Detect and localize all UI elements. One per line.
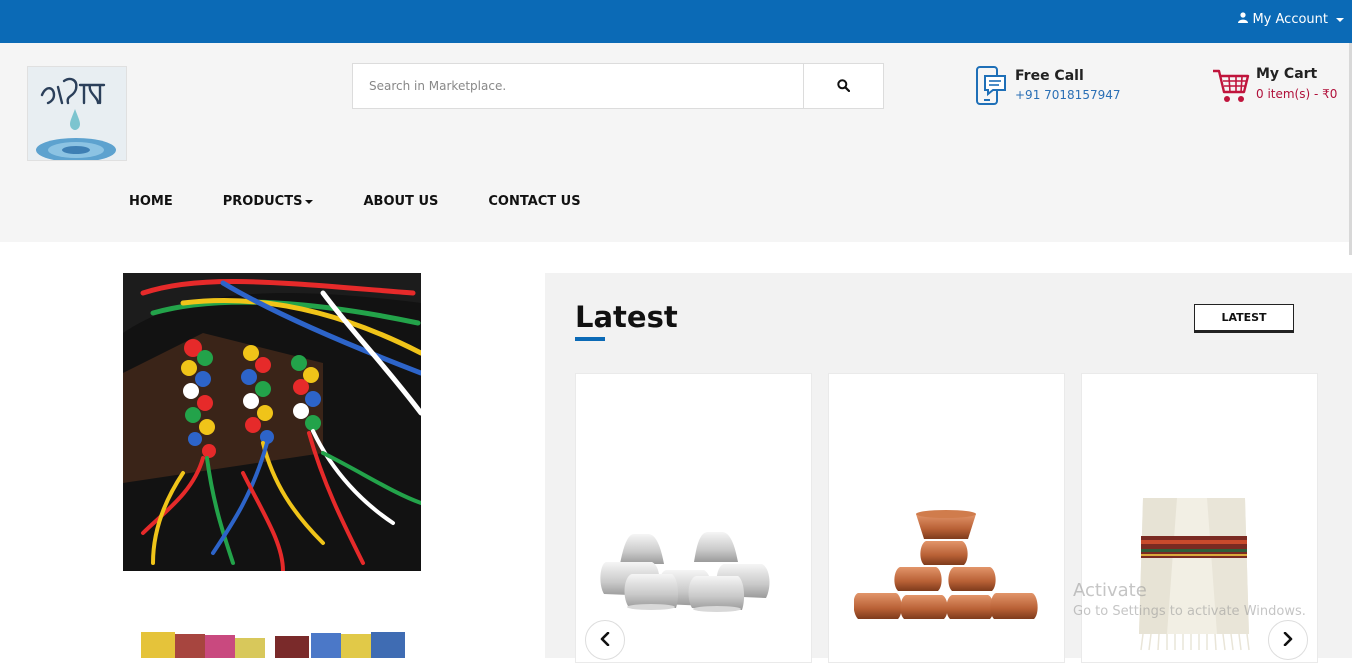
my-account-label: My Account xyxy=(1252,12,1328,27)
nav-about-us[interactable]: ABOUT US xyxy=(363,194,438,209)
search-input[interactable] xyxy=(353,64,803,108)
silver-offering-bowls-image xyxy=(600,532,770,612)
nav-about-label: ABOUT US xyxy=(363,194,439,209)
search-button[interactable] xyxy=(803,64,883,108)
my-account-menu[interactable]: My Account xyxy=(1238,12,1344,27)
top-bar: My Account xyxy=(0,0,1352,43)
cart-icon xyxy=(1212,66,1250,108)
chevron-left-icon xyxy=(600,631,610,650)
free-call-title: Free Call xyxy=(1015,68,1084,84)
nav-products[interactable]: PRODUCTS xyxy=(223,194,314,209)
nav-contact-us[interactable]: CONTACT US xyxy=(488,194,580,209)
nav-contact-label: CONTACT US xyxy=(488,194,581,209)
nav-products-label: PRODUCTS xyxy=(222,194,303,209)
search-bar xyxy=(352,63,884,109)
carousel-next-button[interactable] xyxy=(1268,620,1308,660)
tab-latest[interactable]: LATEST xyxy=(1194,304,1294,333)
free-call-block[interactable]: Free Call +91 7018157947 xyxy=(975,66,1121,110)
nav-home-label: HOME xyxy=(129,194,173,209)
woolen-shawl-image xyxy=(1139,498,1250,651)
product-card-copper-bowls[interactable] xyxy=(828,373,1065,663)
main-nav: HOME PRODUCTS ABOUT US CONTACT US xyxy=(129,194,581,209)
product-card-silver-bowls[interactable] xyxy=(575,373,812,663)
carousel-prev-button[interactable] xyxy=(585,620,625,660)
user-icon xyxy=(1238,12,1249,27)
copper-offering-bowls-image xyxy=(854,510,1038,619)
search-icon xyxy=(837,77,851,96)
chevron-right-icon xyxy=(1283,631,1293,650)
cart-summary: 0 item(s) - ₹0 xyxy=(1256,87,1338,101)
promo-banner-threads[interactable] xyxy=(123,622,421,658)
my-cart-block[interactable]: My Cart 0 item(s) - ₹0 xyxy=(1212,66,1337,108)
site-logo[interactable] xyxy=(27,66,127,161)
latest-heading: Latest xyxy=(575,300,678,334)
product-card-shawl[interactable] xyxy=(1081,373,1318,663)
caret-down-icon xyxy=(1336,17,1344,22)
phone-number[interactable]: +91 7018157947 xyxy=(1015,88,1121,102)
promo-banner-tassels[interactable] xyxy=(123,273,421,571)
phone-chat-icon xyxy=(975,66,1007,110)
heading-underline xyxy=(575,337,605,341)
caret-down-icon xyxy=(305,199,314,204)
my-cart-title: My Cart xyxy=(1256,66,1318,82)
nav-home[interactable]: HOME xyxy=(129,194,173,209)
